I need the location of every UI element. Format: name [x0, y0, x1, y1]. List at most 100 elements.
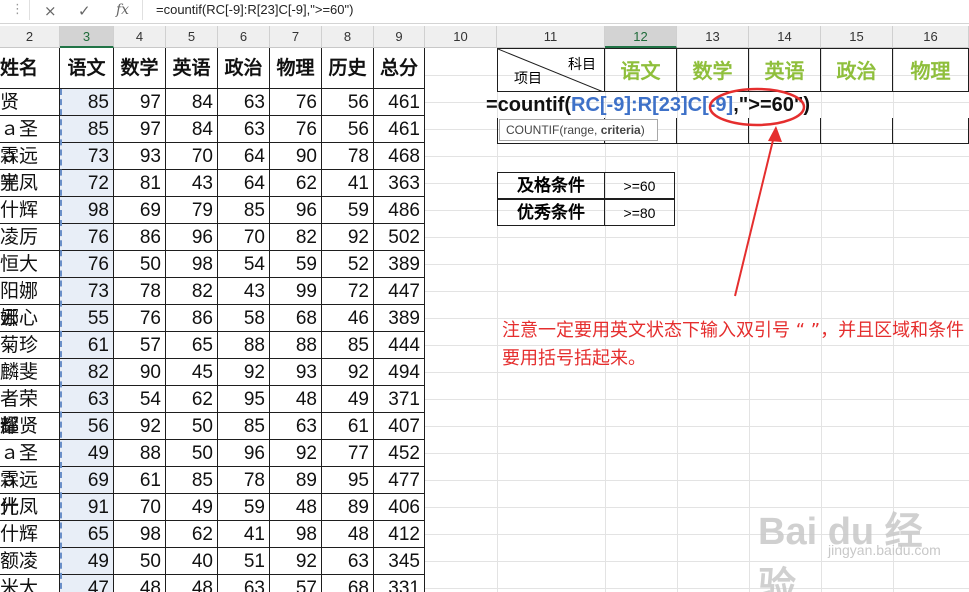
subject-header[interactable]: 英语: [749, 48, 821, 92]
column-header[interactable]: 13: [677, 26, 749, 48]
score-cell[interactable]: 407: [374, 413, 425, 440]
column-header[interactable]: 11: [497, 26, 605, 48]
column-title[interactable]: 历史: [322, 48, 374, 89]
score-cell[interactable]: 41: [322, 170, 374, 197]
column-header[interactable]: 7: [270, 26, 322, 48]
score-cell[interactable]: 92: [322, 359, 374, 386]
score-cell[interactable]: 89: [322, 494, 374, 521]
score-cell[interactable]: 59: [322, 197, 374, 224]
score-cell[interactable]: 93: [114, 143, 166, 170]
score-cell[interactable]: 57: [114, 332, 166, 359]
score-cell[interactable]: 50: [166, 413, 218, 440]
score-cell[interactable]: 48: [322, 521, 374, 548]
score-cell[interactable]: 70: [218, 224, 270, 251]
score-cell[interactable]: 363: [374, 170, 425, 197]
column-header[interactable]: 10: [425, 26, 497, 48]
score-cell[interactable]: 62: [166, 386, 218, 413]
score-cell[interactable]: 82: [270, 224, 322, 251]
score-cell[interactable]: 97: [114, 89, 166, 116]
score-cell[interactable]: 48: [166, 575, 218, 592]
score-cell[interactable]: 92: [114, 413, 166, 440]
subject-header[interactable]: 政治: [821, 48, 893, 92]
score-cell[interactable]: 76: [270, 116, 322, 143]
score-cell[interactable]: 68: [322, 575, 374, 592]
column-title[interactable]: 总分: [374, 48, 425, 89]
student-name[interactable]: 贤: [0, 89, 60, 116]
student-name[interactable]: 米大: [0, 575, 60, 592]
score-cell[interactable]: 371: [374, 386, 425, 413]
score-cell[interactable]: 461: [374, 116, 425, 143]
score-cell[interactable]: 48: [114, 575, 166, 592]
subject-cell[interactable]: [677, 118, 749, 144]
score-cell[interactable]: 85: [218, 197, 270, 224]
student-name[interactable]: 什辉: [0, 197, 60, 224]
student-name[interactable]: 凌厉: [0, 224, 60, 251]
score-cell[interactable]: 63: [270, 413, 322, 440]
student-name[interactable]: 都贤: [0, 413, 60, 440]
score-cell[interactable]: 88: [270, 332, 322, 359]
score-cell[interactable]: 461: [374, 89, 425, 116]
score-cell[interactable]: 61: [322, 413, 374, 440]
score-cell[interactable]: 69: [114, 197, 166, 224]
score-cell[interactable]: 98: [270, 521, 322, 548]
column-title[interactable]: 语文: [60, 48, 114, 89]
score-cell[interactable]: 412: [374, 521, 425, 548]
score-cell[interactable]: 97: [114, 116, 166, 143]
score-cell[interactable]: 85: [322, 332, 374, 359]
student-name[interactable]: ａ远光: [0, 143, 60, 194]
score-cell[interactable]: 56: [322, 116, 374, 143]
score-cell[interactable]: 88: [114, 440, 166, 467]
score-cell[interactable]: 40: [166, 548, 218, 575]
score-cell[interactable]: 95: [218, 386, 270, 413]
score-cell[interactable]: 99: [270, 278, 322, 305]
score-cell[interactable]: 62: [270, 170, 322, 197]
score-cell[interactable]: 452: [374, 440, 425, 467]
score-cell[interactable]: 98: [114, 521, 166, 548]
column-header[interactable]: 5: [166, 26, 218, 48]
score-cell[interactable]: 65: [166, 332, 218, 359]
subject-cell[interactable]: [749, 118, 821, 144]
score-cell[interactable]: 81: [114, 170, 166, 197]
score-cell[interactable]: 447: [374, 278, 425, 305]
student-name[interactable]: ａ圣霖: [0, 116, 60, 167]
score-cell[interactable]: 86: [166, 305, 218, 332]
column-title[interactable]: 政治: [218, 48, 270, 89]
score-cell[interactable]: 50: [114, 251, 166, 278]
score-cell[interactable]: 86: [114, 224, 166, 251]
student-name[interactable]: 云心: [0, 305, 60, 332]
score-cell[interactable]: 92: [270, 548, 322, 575]
score-cell[interactable]: 50: [114, 548, 166, 575]
score-cell[interactable]: 76: [270, 89, 322, 116]
score-cell[interactable]: 54: [114, 386, 166, 413]
score-cell[interactable]: 96: [166, 224, 218, 251]
column-header[interactable]: 3: [60, 26, 114, 48]
column-title[interactable]: 英语: [166, 48, 218, 89]
column-title[interactable]: 数学: [114, 48, 166, 89]
score-cell[interactable]: 88: [218, 332, 270, 359]
score-cell[interactable]: 63: [322, 548, 374, 575]
score-cell[interactable]: 57: [270, 575, 322, 592]
score-cell[interactable]: 95: [322, 467, 374, 494]
score-cell[interactable]: 90: [270, 143, 322, 170]
score-cell[interactable]: 63: [218, 89, 270, 116]
score-cell[interactable]: 59: [270, 251, 322, 278]
score-cell[interactable]: 64: [218, 170, 270, 197]
score-cell[interactable]: 92: [322, 224, 374, 251]
score-cell[interactable]: 52: [322, 251, 374, 278]
student-name[interactable]: 恒大: [0, 251, 60, 278]
student-name[interactable]: 额凌: [0, 548, 60, 575]
score-cell[interactable]: 82: [166, 278, 218, 305]
score-cell[interactable]: 63: [218, 116, 270, 143]
score-cell[interactable]: 77: [322, 440, 374, 467]
corner-cell[interactable]: 科目 项目: [497, 48, 605, 92]
score-cell[interactable]: 61: [114, 467, 166, 494]
score-cell[interactable]: 49: [166, 494, 218, 521]
student-name[interactable]: 者荣耀: [0, 386, 60, 437]
score-cell[interactable]: 46: [322, 305, 374, 332]
subject-header[interactable]: 语文: [605, 48, 677, 92]
score-cell[interactable]: 58: [218, 305, 270, 332]
formula-input[interactable]: =countif(RC[-9]:R[23]C[-9],">=60"): [156, 2, 353, 17]
score-cell[interactable]: 63: [218, 575, 270, 592]
score-cell[interactable]: 64: [218, 143, 270, 170]
student-name[interactable]: 什凤: [0, 494, 60, 521]
